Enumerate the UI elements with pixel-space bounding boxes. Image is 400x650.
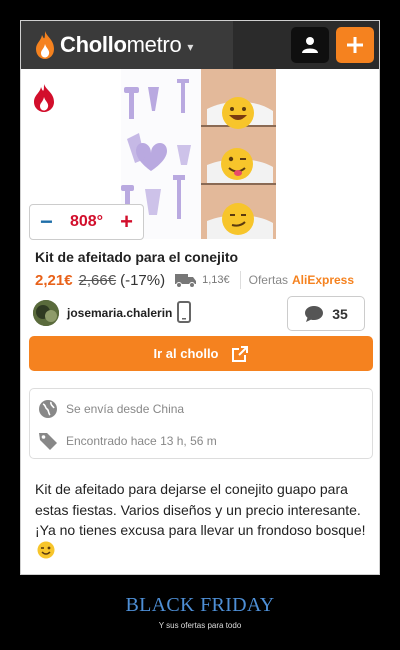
- merchant-link[interactable]: AliExpress: [292, 273, 354, 287]
- brand-menu[interactable]: Chollometro ▾: [21, 21, 233, 69]
- avatar-image: [33, 300, 59, 326]
- deal-title[interactable]: Kit de afeitado para el conejito: [35, 249, 238, 265]
- chevron-down-icon: ▾: [187, 39, 194, 54]
- flame-logo-icon: [36, 31, 54, 59]
- vote-up-button[interactable]: +: [120, 211, 133, 233]
- go-to-deal-label: Ir al chollo: [153, 346, 219, 361]
- vote-down-button[interactable]: −: [40, 211, 53, 233]
- top-bar: Chollometro ▾: [21, 21, 379, 69]
- globe-icon: [39, 400, 57, 418]
- poster-subtitle: Y sus ofertas para todo: [158, 621, 242, 630]
- comment-icon: [305, 305, 324, 322]
- user-icon: [302, 37, 318, 53]
- username-link[interactable]: josemaria.chalerin: [67, 306, 172, 320]
- old-price: 2,66€: [78, 271, 117, 289]
- price-row: 2,21€ 2,66€ (-17%) 1,13€ Ofertas AliExpr…: [35, 270, 365, 290]
- comments-button[interactable]: 35: [287, 296, 365, 331]
- discount: (-17%): [120, 271, 166, 289]
- user-row: josemaria.chalerin 35: [33, 296, 368, 332]
- temperature-vote: − 808° +: [29, 204, 144, 240]
- tag-icon: [39, 433, 57, 450]
- wink-emoji-icon: [37, 541, 55, 559]
- poster-title: BLACK FRIDAY: [125, 594, 275, 616]
- deal-info-box: Se envía desde China Encontrado hace 13 …: [29, 388, 373, 459]
- offers-label: Ofertas: [248, 273, 288, 287]
- current-price: 2,21€: [35, 271, 73, 289]
- add-deal-button[interactable]: [336, 27, 374, 63]
- avatar[interactable]: [33, 300, 59, 326]
- ships-from-text: Se envía desde China: [66, 402, 185, 416]
- plus-icon: [347, 37, 363, 53]
- found-time-text: Encontrado hace 13 h, 56 m: [66, 434, 217, 448]
- phone-icon: [177, 301, 191, 323]
- deal-description: Kit de afeitado para dejarse el conejito…: [35, 481, 366, 538]
- truck-icon: [175, 274, 197, 288]
- hot-flame-icon: [34, 84, 54, 112]
- brand-name: Chollometro: [60, 32, 182, 57]
- comment-count: 35: [332, 305, 348, 322]
- shipping-cost: 1,13€: [202, 274, 230, 286]
- go-to-deal-button[interactable]: Ir al chollo: [29, 336, 373, 371]
- temperature-value: 808°: [69, 213, 104, 230]
- screenshot-frame: Chollometro ▾ − 808° + Kit de afeitado p…: [20, 20, 380, 575]
- deal-image-area: − 808° +: [21, 69, 379, 244]
- ships-from-row: Se envía desde China: [38, 399, 184, 419]
- external-link-icon: [231, 345, 248, 362]
- found-time-row: Encontrado hace 13 h, 56 m: [38, 431, 217, 451]
- divider: [239, 271, 241, 289]
- product-image[interactable]: [121, 69, 276, 239]
- user-button[interactable]: [291, 27, 329, 63]
